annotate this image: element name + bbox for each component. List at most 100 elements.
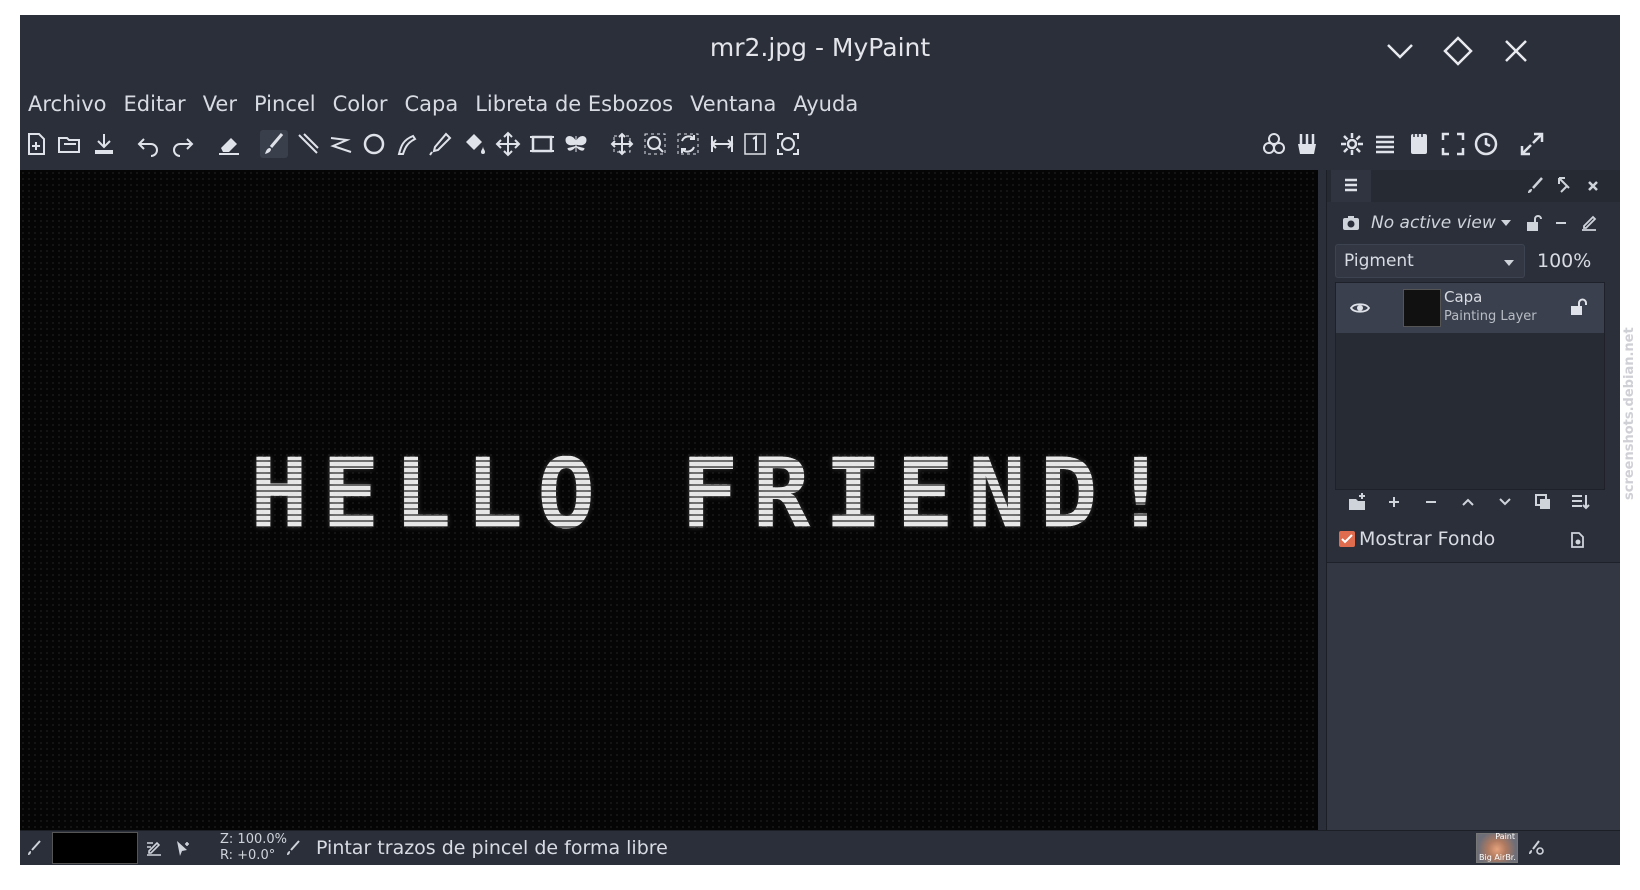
ellipse-button[interactable] xyxy=(360,130,388,158)
watermark: screenshots.debian.net xyxy=(1622,327,1637,500)
menu-archivo[interactable]: Archivo xyxy=(28,92,107,116)
rotate-view-button[interactable] xyxy=(674,130,702,158)
lines-icon xyxy=(298,133,319,154)
eye-icon[interactable] xyxy=(1348,296,1372,320)
new-layer-group-button[interactable] xyxy=(1345,490,1369,514)
move-layer-up-button[interactable] xyxy=(1456,490,1480,514)
add-folder-icon xyxy=(1349,493,1365,510)
chevron-up-icon xyxy=(1462,498,1474,506)
minus-icon xyxy=(1426,501,1436,503)
settings-button[interactable] xyxy=(1338,130,1366,158)
blend-mode-select[interactable]: Pigment xyxy=(1335,244,1525,278)
close-button[interactable] xyxy=(1498,33,1534,69)
frame-button[interactable] xyxy=(528,130,556,158)
current-brush-thumbnail[interactable]: Paint Big AirBr. xyxy=(1476,832,1518,863)
fill-button[interactable] xyxy=(460,130,488,158)
undo-button[interactable] xyxy=(135,130,163,158)
ellipse-icon xyxy=(363,133,385,155)
window-title: mr2.jpg - MyPaint xyxy=(709,33,931,62)
menu-pincel[interactable]: Pincel xyxy=(254,92,316,116)
view-lock-icon[interactable] xyxy=(1521,211,1545,235)
expand-button[interactable] xyxy=(1518,130,1546,158)
history-button[interactable] xyxy=(1472,130,1500,158)
current-color-swatch[interactable] xyxy=(52,832,138,864)
zoom-view-button[interactable] xyxy=(641,130,669,158)
status-bar: Z: 100.0% R: +0.0° Pintar trazos de pinc… xyxy=(20,830,1620,865)
layers-button[interactable] xyxy=(1371,130,1399,158)
lines-button[interactable] xyxy=(294,130,322,158)
fit-view-button[interactable] xyxy=(774,130,802,158)
layer-row[interactable]: Capa Painting Layer xyxy=(1336,283,1604,333)
move-view-button[interactable] xyxy=(608,130,636,158)
plus-icon xyxy=(1389,497,1399,507)
layer-thumbnail xyxy=(1403,289,1441,327)
duplicate-layer-button[interactable] xyxy=(1531,490,1555,514)
layer-name: Capa xyxy=(1444,288,1483,306)
brush-settings-icon[interactable] xyxy=(1526,838,1546,858)
reset-view-button[interactable] xyxy=(741,130,769,158)
menu-ventana[interactable]: Ventana xyxy=(690,92,776,116)
fullscreen-button[interactable] xyxy=(1439,130,1467,158)
view-edit-icon[interactable] xyxy=(1577,211,1601,235)
freehand-brush-button[interactable] xyxy=(260,130,288,158)
opacity-value[interactable]: 100% xyxy=(1537,250,1591,272)
gear-icon xyxy=(1341,133,1363,155)
show-background-checkbox[interactable] xyxy=(1339,531,1355,547)
scratchpad-button[interactable] xyxy=(1405,130,1433,158)
eraser-button[interactable] xyxy=(215,130,243,158)
undo-icon xyxy=(137,138,158,157)
close-icon xyxy=(1588,181,1598,191)
save-button[interactable] xyxy=(90,130,118,158)
color-wheel-button[interactable] xyxy=(1260,130,1288,158)
check-icon xyxy=(1341,534,1353,544)
panel-detach-button[interactable] xyxy=(1551,174,1575,198)
symmetry-icon xyxy=(565,136,587,152)
inking-button[interactable] xyxy=(393,130,421,158)
chevron-down-icon xyxy=(1387,44,1413,59)
mirror-view-icon xyxy=(710,136,734,152)
panel-brush-button[interactable] xyxy=(1523,174,1547,198)
redo-icon xyxy=(173,138,194,157)
camera-icon xyxy=(1339,211,1363,235)
detach-icon xyxy=(1558,177,1570,193)
menu-editar[interactable]: Editar xyxy=(124,92,186,116)
pointer-icon[interactable] xyxy=(173,838,193,858)
minimize-button[interactable] xyxy=(1382,33,1418,69)
menu-ver[interactable]: Ver xyxy=(203,92,237,116)
view-remove-icon[interactable] xyxy=(1549,211,1573,235)
menu-libreta[interactable]: Libreta de Esbozos xyxy=(475,92,673,116)
remove-layer-button[interactable] xyxy=(1419,490,1443,514)
mirror-view-button[interactable] xyxy=(708,130,736,158)
tab-layers[interactable] xyxy=(1331,170,1371,202)
brush-icon xyxy=(283,838,303,858)
menu-capa[interactable]: Capa xyxy=(404,92,458,116)
show-background-label: Mostrar Fondo xyxy=(1359,528,1496,550)
toolbar xyxy=(20,122,1620,168)
open-button[interactable] xyxy=(56,130,84,158)
unlock-icon[interactable] xyxy=(1568,296,1590,318)
drawing-canvas[interactable]: HELLO FRIEND! xyxy=(20,170,1318,830)
merge-layer-button[interactable] xyxy=(1568,490,1592,514)
symmetry-button[interactable] xyxy=(562,130,590,158)
connected-lines-button[interactable] xyxy=(327,130,355,158)
move-view-icon xyxy=(610,132,634,156)
eraser-icon xyxy=(219,138,239,155)
panel-close-button[interactable] xyxy=(1581,174,1605,198)
move-layer-down-button[interactable] xyxy=(1493,490,1517,514)
background-chooser-button[interactable] xyxy=(1567,530,1587,550)
color-picker-button[interactable] xyxy=(426,130,454,158)
fullscreen-icon xyxy=(1441,132,1465,156)
menu-ayuda[interactable]: Ayuda xyxy=(793,92,858,116)
frame-icon xyxy=(530,135,554,153)
edit-settings-icon[interactable] xyxy=(144,838,164,858)
menu-color[interactable]: Color xyxy=(333,92,388,116)
view-selector[interactable]: No active view xyxy=(1363,206,1515,240)
expand-icon xyxy=(1520,132,1544,156)
add-layer-button[interactable] xyxy=(1382,490,1406,514)
redo-button[interactable] xyxy=(168,130,196,158)
rotation-readout: R: +0.0° xyxy=(220,848,276,863)
brushes-button[interactable] xyxy=(1293,130,1321,158)
maximize-button[interactable] xyxy=(1440,33,1476,69)
new-document-button[interactable] xyxy=(22,130,50,158)
pan-button[interactable] xyxy=(494,130,522,158)
